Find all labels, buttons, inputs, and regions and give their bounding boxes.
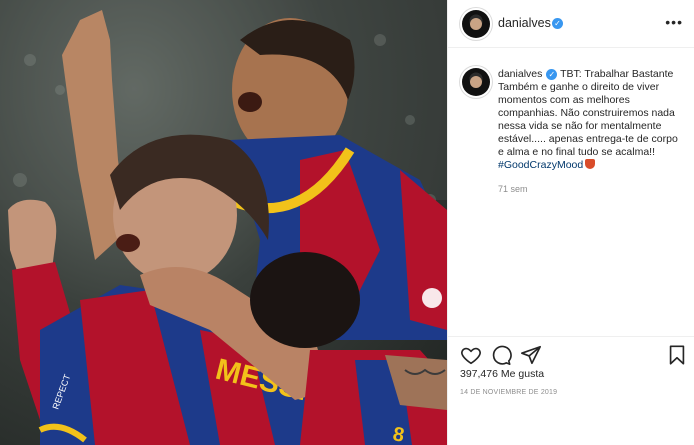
tongue-emoji-icon — [585, 159, 596, 169]
likes-count[interactable]: 397,476 Me gusta — [460, 368, 544, 380]
action-icons-row — [460, 344, 686, 366]
post-date: 14 DE NOVIEMBRE DE 2019 — [460, 389, 558, 396]
heart-icon[interactable] — [460, 344, 482, 366]
caption-verified-badge-icon: ✓ — [546, 68, 558, 80]
bookmark-icon[interactable] — [666, 344, 688, 366]
caption-hashtag-link[interactable]: #GoodCrazyMood — [498, 159, 583, 171]
post-actions-section: 397,476 Me gusta 14 DE NOVIEMBRE DE 2019 — [448, 336, 694, 445]
more-options-icon[interactable]: ••• — [665, 14, 683, 30]
verified-badge-icon: ✓ — [552, 18, 563, 29]
likes-label: Me gusta — [500, 368, 545, 380]
post-caption: danialves ✓ TBT: Trabalhar Bastante També… — [448, 48, 694, 338]
likes-number: 397,476 — [460, 368, 498, 380]
caption-author-avatar[interactable] — [462, 68, 490, 96]
comment-icon[interactable] — [490, 344, 512, 366]
post-photo[interactable]: MESSI REPECT 8 — [0, 0, 447, 445]
share-icon[interactable] — [520, 344, 542, 366]
caption-author-username[interactable]: danialves — [498, 68, 542, 80]
caption-text-block: danialves ✓ TBT: Trabalhar Bastante També… — [498, 68, 684, 172]
instagram-post: MESSI REPECT 8 danialves ✓ ••• danialves… — [0, 0, 694, 445]
caption-body: TBT: Trabalhar Bastante Também e ganhe o… — [498, 68, 678, 158]
post-side-panel: danialves ✓ ••• danialves ✓ TBT: Trabalha… — [447, 0, 694, 445]
post-header: danialves ✓ ••• — [448, 0, 694, 48]
post-time-ago[interactable]: 71 sem — [498, 184, 528, 194]
author-avatar[interactable] — [462, 10, 490, 38]
photo-illustration: MESSI REPECT 8 — [0, 0, 447, 445]
author-username[interactable]: danialves — [498, 16, 551, 30]
